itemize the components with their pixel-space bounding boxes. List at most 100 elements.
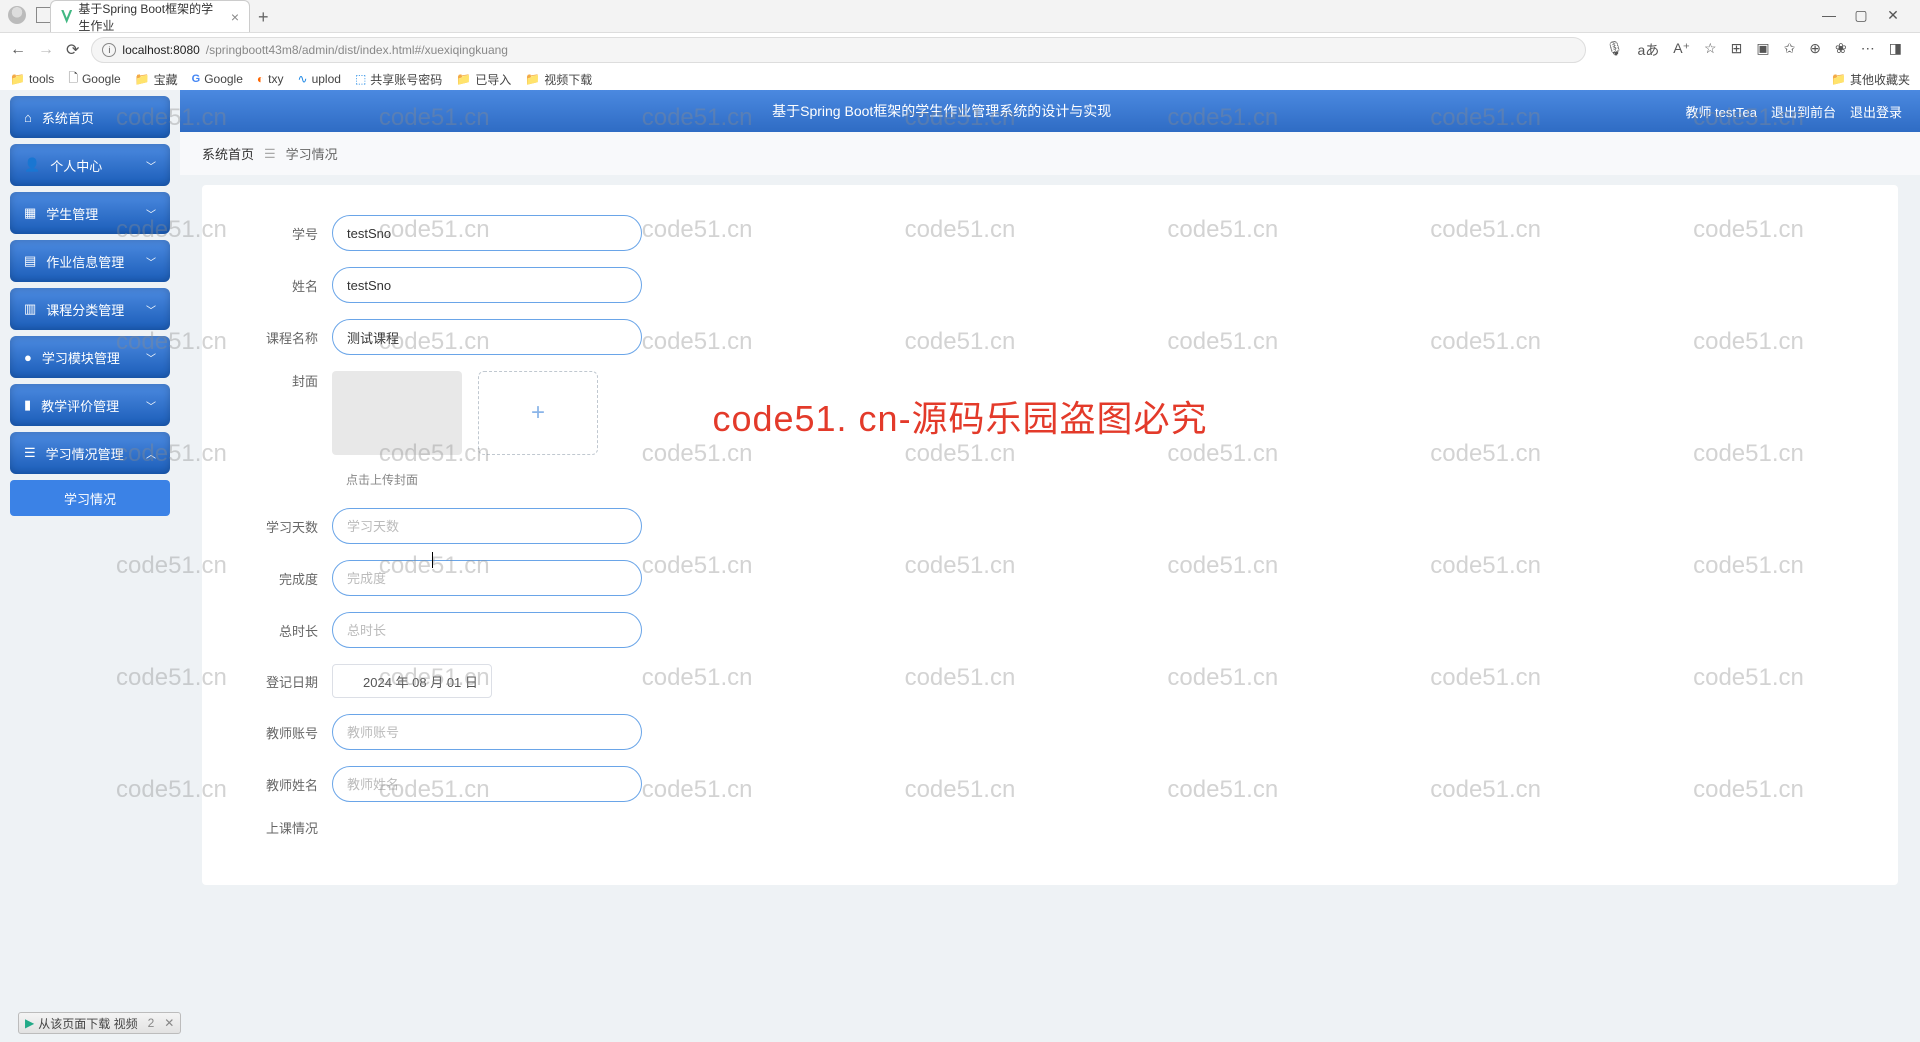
extension-icon[interactable]: ❀ xyxy=(1835,40,1847,60)
input-regdate[interactable] xyxy=(332,664,492,698)
label-classlog: 上课情况 xyxy=(242,818,332,837)
exit-front-link[interactable]: 退出到前台 xyxy=(1771,102,1836,121)
label-days: 学习天数 xyxy=(242,517,332,536)
sidebar-item-home[interactable]: ⌂系统首页 xyxy=(10,96,170,138)
download-helper-bar[interactable]: ▶ 从该页面下载 视频 2 ✕ xyxy=(18,1012,181,1034)
bookmark-google[interactable]: 🗋Google xyxy=(68,69,120,90)
label-tacct: 教师账号 xyxy=(242,723,332,742)
breadcrumb-current: 学习情况 xyxy=(286,144,338,163)
collections-icon[interactable]: ▣ xyxy=(1756,40,1769,60)
bookmarks-bar: 📁tools 🗋Google 📁宝藏 GGoogle ◐txy ∿uplod ⬚… xyxy=(0,66,1920,92)
user-icon: 👤 xyxy=(24,157,40,173)
profile-icon[interactable] xyxy=(8,6,26,24)
play-icon: ▶ xyxy=(25,1016,34,1030)
text-cursor xyxy=(432,552,433,568)
sidebar-item-student[interactable]: ▦学生管理﹀ xyxy=(10,192,170,234)
bookmark-other[interactable]: 📁其他收藏夹 xyxy=(1831,71,1910,88)
voice-icon[interactable]: 🎙 xyxy=(1606,40,1624,60)
input-days[interactable] xyxy=(332,508,642,544)
download-label: 从该页面下载 视频 xyxy=(38,1015,137,1032)
downloads-icon[interactable]: ⊕ xyxy=(1809,40,1821,60)
back-button[interactable]: ← xyxy=(10,41,26,59)
cover-preview[interactable] xyxy=(332,371,462,455)
browser-chrome: — ▢ ✕ 基于Spring Boot框架的学生作业 × + ← → ⟳ i l… xyxy=(0,0,1920,90)
input-tname[interactable] xyxy=(332,766,642,802)
sidebar-item-evaluation[interactable]: ▮教学评价管理﹀ xyxy=(10,384,170,426)
forward-button: → xyxy=(38,41,54,59)
bookmark-tools[interactable]: 📁tools xyxy=(10,72,54,86)
favorites-bar-icon[interactable]: ✩ xyxy=(1784,40,1796,60)
sidebar-item-study-status[interactable]: ☰学习情况管理︿ xyxy=(10,432,170,474)
chevron-down-icon: ﹀ xyxy=(146,350,156,365)
app-root: ⌂系统首页 👤个人中心﹀ ▦学生管理﹀ ▤作业信息管理﹀ ▥课程分类管理﹀ ●学… xyxy=(0,90,1920,1042)
sidebar-icon[interactable]: ◨ xyxy=(1889,40,1902,60)
download-count: 2 xyxy=(148,1016,155,1030)
reload-button[interactable]: ⟳ xyxy=(66,40,79,60)
chevron-down-icon: ﹀ xyxy=(146,158,156,173)
input-name[interactable] xyxy=(332,267,642,303)
label-course: 课程名称 xyxy=(242,328,332,347)
sidebar-submenu-study-status[interactable]: 学习情况 xyxy=(10,480,170,516)
module-icon: ● xyxy=(24,350,32,365)
site-info-icon[interactable]: i xyxy=(102,43,116,57)
bookmark-video[interactable]: 📁视频下载 xyxy=(525,71,592,88)
bookmark-txy[interactable]: ◐txy xyxy=(257,72,284,86)
more-icon[interactable]: ⋯ xyxy=(1861,40,1875,60)
input-sno[interactable] xyxy=(332,215,642,251)
breadcrumb-home[interactable]: 系统首页 xyxy=(202,144,254,163)
close-window-button[interactable]: ✕ xyxy=(1886,8,1900,22)
logout-link[interactable]: 退出登录 xyxy=(1850,102,1902,121)
input-tacct[interactable] xyxy=(332,714,642,750)
extensions-icon[interactable]: ⊞ xyxy=(1731,40,1743,60)
translate-icon[interactable]: aあ xyxy=(1638,40,1660,60)
sidebar-item-course-category[interactable]: ▥课程分类管理﹀ xyxy=(10,288,170,330)
url-bar[interactable]: i localhost:8080 /springboott43m8/admin/… xyxy=(91,37,1585,63)
browser-tab[interactable]: 基于Spring Boot框架的学生作业 × xyxy=(50,0,250,32)
close-icon[interactable]: ✕ xyxy=(164,1016,174,1030)
sidebar-item-study-module[interactable]: ●学习模块管理﹀ xyxy=(10,336,170,378)
hamburger-icon: ☰ xyxy=(24,445,36,461)
breadcrumb: 系统首页 ☰ 学习情况 xyxy=(180,132,1920,175)
close-tab-icon[interactable]: × xyxy=(231,9,239,25)
label-tname: 教师姓名 xyxy=(242,775,332,794)
label-name: 姓名 xyxy=(242,276,332,295)
input-progress[interactable] xyxy=(332,560,642,596)
bookmark-share[interactable]: ⬚共享账号密码 xyxy=(355,71,442,88)
vue-icon xyxy=(61,10,72,24)
label-sno: 学号 xyxy=(242,224,332,243)
label-duration: 总时长 xyxy=(242,621,332,640)
home-icon: ⌂ xyxy=(24,110,32,125)
chevron-down-icon: ﹀ xyxy=(146,254,156,269)
header-right: 教师 testTea 退出到前台 退出登录 xyxy=(1685,102,1902,121)
label-progress: 完成度 xyxy=(242,569,332,588)
minimize-button[interactable]: — xyxy=(1822,8,1836,22)
current-user: 教师 testTea xyxy=(1685,102,1757,121)
maximize-button[interactable]: ▢ xyxy=(1854,8,1868,22)
toolbar-icons: 🎙 aあ A⁺ ☆ ⊞ ▣ ✩ ⊕ ❀ ⋯ ◨ xyxy=(1598,40,1910,60)
category-icon: ▥ xyxy=(24,301,36,317)
sidebar-item-profile[interactable]: 👤个人中心﹀ xyxy=(10,144,170,186)
bookmark-imported[interactable]: 📁已导入 xyxy=(456,71,511,88)
chart-icon: ▮ xyxy=(24,397,31,413)
input-course[interactable] xyxy=(332,319,642,355)
form-card: 学号 姓名 课程名称 封面 + 点击上传封面 学习天数 完成度 总时长 登记日期… xyxy=(202,185,1898,885)
cover-upload-button[interactable]: + xyxy=(478,371,598,455)
bookmark-baozang[interactable]: 📁宝藏 xyxy=(135,71,178,88)
cover-hint: 点击上传封面 xyxy=(346,471,1858,488)
text-size-icon[interactable]: A⁺ xyxy=(1673,40,1690,60)
title-bar: — ▢ ✕ xyxy=(0,0,1920,30)
new-tab-button[interactable]: + xyxy=(258,7,269,28)
bookmark-uplod[interactable]: ∿uplod xyxy=(298,72,341,86)
main-area: 基于Spring Boot框架的学生作业管理系统的设计与实现 教师 testTe… xyxy=(180,90,1920,1042)
favorite-icon[interactable]: ☆ xyxy=(1704,40,1717,60)
sidebar: ⌂系统首页 👤个人中心﹀ ▦学生管理﹀ ▤作业信息管理﹀ ▥课程分类管理﹀ ●学… xyxy=(0,90,180,1042)
sidebar-item-homework[interactable]: ▤作业信息管理﹀ xyxy=(10,240,170,282)
label-regdate: 登记日期 xyxy=(242,672,332,691)
app-title: 基于Spring Boot框架的学生作业管理系统的设计与实现 xyxy=(198,101,1685,121)
input-duration[interactable] xyxy=(332,612,642,648)
app-header: 基于Spring Boot框架的学生作业管理系统的设计与实现 教师 testTe… xyxy=(180,90,1920,132)
bookmark-google2[interactable]: GGoogle xyxy=(192,72,243,86)
window-controls: — ▢ ✕ xyxy=(1822,8,1912,22)
nav-row: ← → ⟳ i localhost:8080 /springboott43m8/… xyxy=(0,32,1920,66)
grid-icon: ▦ xyxy=(24,205,36,221)
